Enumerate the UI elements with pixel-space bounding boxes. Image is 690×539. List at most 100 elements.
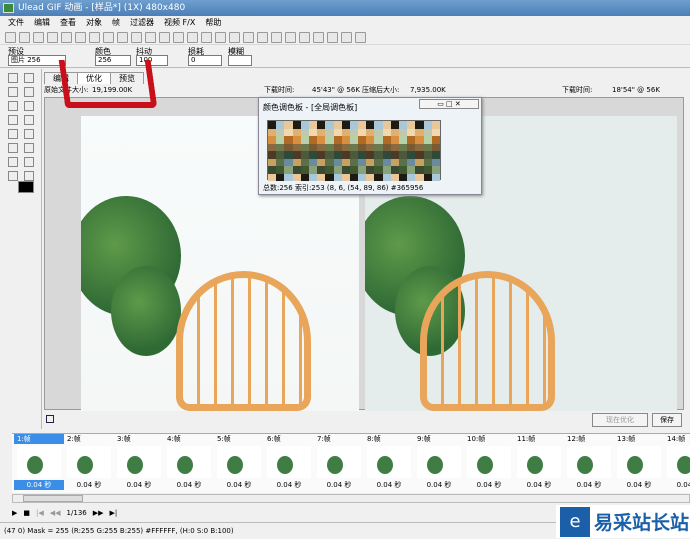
palette-swatch[interactable]: [308, 128, 318, 136]
tool-button[interactable]: [24, 101, 34, 111]
palette-swatch[interactable]: [325, 166, 334, 174]
palette-swatch[interactable]: [423, 151, 432, 159]
palette-swatch[interactable]: [325, 128, 334, 136]
palette-swatch[interactable]: [333, 151, 342, 159]
optimize-now-button[interactable]: 现在优化: [592, 413, 648, 427]
palette-swatches[interactable]: [267, 120, 441, 181]
menu-view[interactable]: 查看: [60, 16, 76, 30]
palette-swatch[interactable]: [374, 143, 383, 151]
palette-swatch[interactable]: [349, 151, 359, 159]
palette-swatch[interactable]: [382, 151, 391, 159]
palette-swatch[interactable]: [349, 136, 359, 144]
menu-filter[interactable]: 过滤器: [130, 16, 154, 30]
palette-swatch[interactable]: [423, 143, 432, 151]
palette-swatch[interactable]: [308, 151, 318, 159]
palette-swatch[interactable]: [399, 128, 408, 136]
palette-swatch[interactable]: [431, 166, 440, 174]
palette-swatch[interactable]: [349, 121, 359, 129]
palette-swatch[interactable]: [284, 128, 293, 136]
menu-frame[interactable]: 帧: [112, 16, 120, 30]
palette-swatch[interactable]: [382, 128, 391, 136]
palette-swatch[interactable]: [407, 128, 416, 136]
palette-swatch[interactable]: [415, 128, 424, 136]
palette-swatch[interactable]: [292, 136, 301, 144]
tool-button[interactable]: [24, 157, 34, 167]
palette-swatch[interactable]: [268, 143, 277, 151]
palette-swatch[interactable]: [358, 166, 367, 174]
frame-duration[interactable]: 0.04 秒: [464, 480, 514, 490]
palette-swatch[interactable]: [333, 143, 342, 151]
palette-swatch[interactable]: [325, 143, 334, 151]
palette-swatch[interactable]: [349, 143, 359, 151]
palette-swatch[interactable]: [390, 173, 399, 181]
menu-edit[interactable]: 编辑: [34, 16, 50, 30]
palette-swatch[interactable]: [349, 166, 359, 174]
palette-swatch[interactable]: [390, 151, 399, 159]
palette-swatch[interactable]: [341, 151, 350, 159]
palette-swatch[interactable]: [415, 121, 424, 129]
palette-swatch[interactable]: [382, 173, 391, 181]
palette-swatch[interactable]: [431, 151, 440, 159]
frame-thumbnail[interactable]: 12:帧 0.04 秒: [564, 434, 614, 492]
palette-swatch[interactable]: [390, 166, 399, 174]
tool-button[interactable]: [24, 171, 34, 181]
palette-swatch[interactable]: [292, 121, 301, 129]
palette-swatch[interactable]: [415, 166, 424, 174]
palette-swatch[interactable]: [276, 121, 285, 129]
preset-select[interactable]: 图片 256: [8, 55, 66, 66]
palette-swatch[interactable]: [415, 173, 424, 181]
palette-swatch[interactable]: [308, 158, 318, 166]
palette-swatch[interactable]: [341, 128, 350, 136]
frame-duration[interactable]: 0.04 秒: [164, 480, 214, 490]
palette-swatch[interactable]: [300, 151, 309, 159]
palette-swatch[interactable]: [341, 136, 350, 144]
palette-swatch[interactable]: [399, 136, 408, 144]
palette-swatch[interactable]: [407, 121, 416, 129]
toolbar-button[interactable]: [5, 31, 16, 43]
toolbar-button[interactable]: [243, 31, 254, 43]
palette-swatch[interactable]: [268, 128, 277, 136]
palette-swatch[interactable]: [268, 136, 277, 144]
palette-swatch[interactable]: [399, 166, 408, 174]
palette-swatch[interactable]: [358, 158, 367, 166]
palette-swatch[interactable]: [358, 121, 367, 129]
frame-duration[interactable]: 0.04 秒: [264, 480, 314, 490]
menu-object[interactable]: 对象: [86, 16, 102, 30]
palette-swatch[interactable]: [423, 166, 432, 174]
frame-duration[interactable]: 0.04 秒: [14, 480, 64, 490]
frame-thumbnail[interactable]: 3:帧 0.04 秒: [114, 434, 164, 492]
palette-swatch[interactable]: [399, 173, 408, 181]
palette-swatch[interactable]: [317, 158, 326, 166]
tool-button[interactable]: [24, 115, 34, 125]
toolbar-button[interactable]: [341, 31, 352, 43]
toolbar-button[interactable]: [327, 31, 338, 43]
palette-swatch[interactable]: [366, 128, 375, 136]
palette-swatch[interactable]: [317, 136, 326, 144]
frame-thumbnail[interactable]: 2:帧 0.04 秒: [64, 434, 114, 492]
palette-swatch[interactable]: [268, 121, 277, 129]
palette-swatch[interactable]: [317, 151, 326, 159]
palette-swatch[interactable]: [390, 121, 399, 129]
toolbar-button[interactable]: [159, 31, 170, 43]
palette-swatch[interactable]: [292, 151, 301, 159]
palette-swatch[interactable]: [382, 158, 391, 166]
palette-swatch[interactable]: [284, 121, 293, 129]
palette-swatch[interactable]: [374, 121, 383, 129]
palette-swatch[interactable]: [366, 143, 375, 151]
palette-swatch[interactable]: [374, 128, 383, 136]
stop-icon[interactable]: ■: [23, 509, 30, 517]
palette-swatch[interactable]: [374, 166, 383, 174]
toolbar-button[interactable]: [257, 31, 268, 43]
frame-thumbnail[interactable]: 11:帧 0.04 秒: [514, 434, 564, 492]
frame-thumbnail[interactable]: 4:帧 0.04 秒: [164, 434, 214, 492]
palette-swatch[interactable]: [300, 173, 309, 181]
palette-swatch[interactable]: [390, 143, 399, 151]
palette-swatch[interactable]: [300, 128, 309, 136]
window-controls[interactable]: ▭ □ ✕: [419, 99, 479, 109]
palette-swatch[interactable]: [390, 158, 399, 166]
palette-swatch[interactable]: [308, 173, 318, 181]
palette-swatch[interactable]: [308, 166, 318, 174]
frame-duration[interactable]: 0.04 秒: [514, 480, 564, 490]
palette-swatch[interactable]: [292, 128, 301, 136]
frame-thumbnail[interactable]: 8:帧 0.04 秒: [364, 434, 414, 492]
